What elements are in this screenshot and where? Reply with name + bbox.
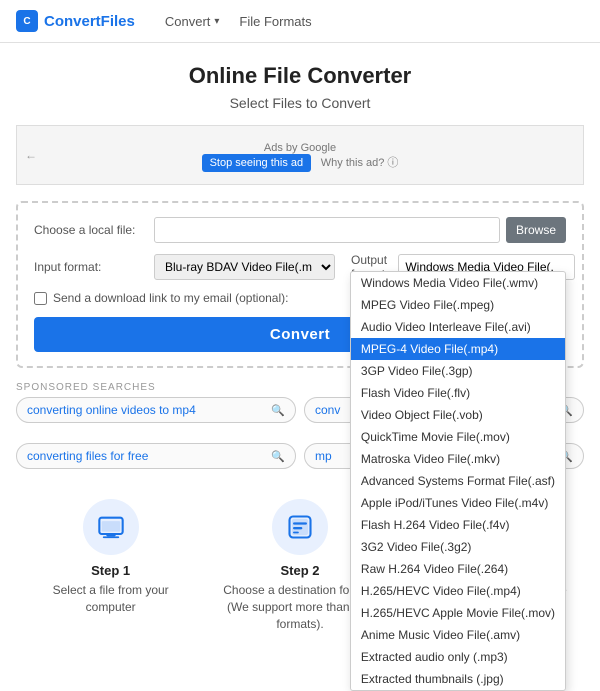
file-text-input[interactable] <box>154 217 500 243</box>
format-icon <box>286 513 314 541</box>
search-icon-1: 🔍 <box>271 404 285 417</box>
stop-seeing-ad-button[interactable]: Stop seeing this ad <box>202 154 312 172</box>
dropdown-item[interactable]: H.265/HEVC Apple Movie File(.mov) <box>351 602 565 624</box>
dropdown-item[interactable]: QuickTime Movie File(.mov) <box>351 426 565 448</box>
search-text-1: converting online videos to mp4 <box>27 403 196 417</box>
ad-area: ← Ads by Google Stop seeing this ad Why … <box>16 125 584 185</box>
dropdown-item[interactable]: Extracted thumbnails (.jpg) <box>351 668 565 690</box>
step-2-icon <box>272 499 328 555</box>
output-format-dropdown: Windows Media Video File(.wmv)MPEG Video… <box>350 271 566 691</box>
computer-icon <box>97 513 125 541</box>
file-input-wrapper: Browse <box>154 217 566 243</box>
dropdown-item[interactable]: Flash H.264 Video File(.f4v) <box>351 514 565 536</box>
file-row: Choose a local file: Browse <box>34 217 566 243</box>
step-2-number: Step 2 <box>280 563 319 578</box>
step-1-desc: Select a file from your computer <box>31 582 191 616</box>
page-subtitle: Select Files to Convert <box>16 95 584 111</box>
dropdown-item[interactable]: MPEG Video File(.mpeg) <box>351 294 565 316</box>
ad-label-row: Ads by Google <box>264 139 336 154</box>
nav-file-formats-label: File Formats <box>239 14 311 29</box>
ad-controls: Stop seeing this ad Why this ad? ⓘ <box>202 154 399 172</box>
search-icon-3: 🔍 <box>271 450 285 463</box>
logo-icon: C <box>16 10 38 32</box>
ad-label: Ads by Google <box>264 142 336 154</box>
back-arrow: ← <box>25 148 37 162</box>
dropdown-item[interactable]: Extracted audio only (.mp3) <box>351 646 565 668</box>
nav-convert[interactable]: Convert ▾ <box>165 14 220 29</box>
step-1-number: Step 1 <box>91 563 130 578</box>
search-pill-3[interactable]: converting files for free 🔍 <box>16 443 296 469</box>
search-text-3: converting files for free <box>27 449 148 463</box>
search-pill-1[interactable]: converting online videos to mp4 🔍 <box>16 397 296 423</box>
browse-button[interactable]: Browse <box>506 217 566 243</box>
nav-convert-label: Convert <box>165 14 211 29</box>
step-1-icon <box>83 499 139 555</box>
dropdown-item[interactable]: 3G2 Video File(.3g2) <box>351 536 565 558</box>
email-checkbox[interactable] <box>34 292 47 305</box>
dropdown-item[interactable]: Audio Video Interleave File(.avi) <box>351 316 565 338</box>
dropdown-item[interactable]: Video Object File(.vob) <box>351 404 565 426</box>
dropdown-item[interactable]: Windows Media Video File(.wmv) <box>351 272 565 294</box>
dropdown-item[interactable]: Advanced Systems Format File(.asf) <box>351 470 565 492</box>
input-format-select[interactable]: Blu-ray BDAV Video File(.m <box>154 254 335 280</box>
ad-why-text[interactable]: Why this ad? ⓘ <box>321 157 399 169</box>
dropdown-item[interactable]: MPEG-4 Video File(.mp4) <box>351 338 565 360</box>
dropdown-item[interactable]: Flash Video File(.flv) <box>351 382 565 404</box>
dropdown-item[interactable]: Anime Music Video File(.amv) <box>351 624 565 646</box>
logo: C ConvertFiles <box>16 10 135 32</box>
page-title: Online File Converter <box>16 63 584 89</box>
header: C ConvertFiles Convert ▾ File Formats <box>0 0 600 43</box>
input-format-label: Input format: <box>34 260 154 274</box>
dropdown-item[interactable]: Matroska Video File(.mkv) <box>351 448 565 470</box>
search-text-2: conv <box>315 403 340 417</box>
converter-box: Choose a local file: Browse Input format… <box>16 201 584 368</box>
search-text-4: mp <box>315 449 332 463</box>
nav-file-formats[interactable]: File Formats <box>239 14 311 29</box>
dropdown-item[interactable]: H.265/HEVC Video File(.mp4) <box>351 580 565 602</box>
main-content: Online File Converter Select Files to Co… <box>0 43 600 662</box>
logo-text: ConvertFiles <box>44 13 135 30</box>
chevron-down-icon: ▾ <box>214 16 219 27</box>
dropdown-item[interactable]: 3GP Video File(.3gp) <box>351 360 565 382</box>
local-file-label: Choose a local file: <box>34 223 154 237</box>
email-label: Send a download link to my email (option… <box>53 291 288 305</box>
step-1: Step 1 Select a file from your computer <box>31 499 191 632</box>
dropdown-item[interactable]: Raw H.264 Video File(.264) <box>351 558 565 580</box>
dropdown-item[interactable]: Apple iPod/iTunes Video File(.m4v) <box>351 492 565 514</box>
